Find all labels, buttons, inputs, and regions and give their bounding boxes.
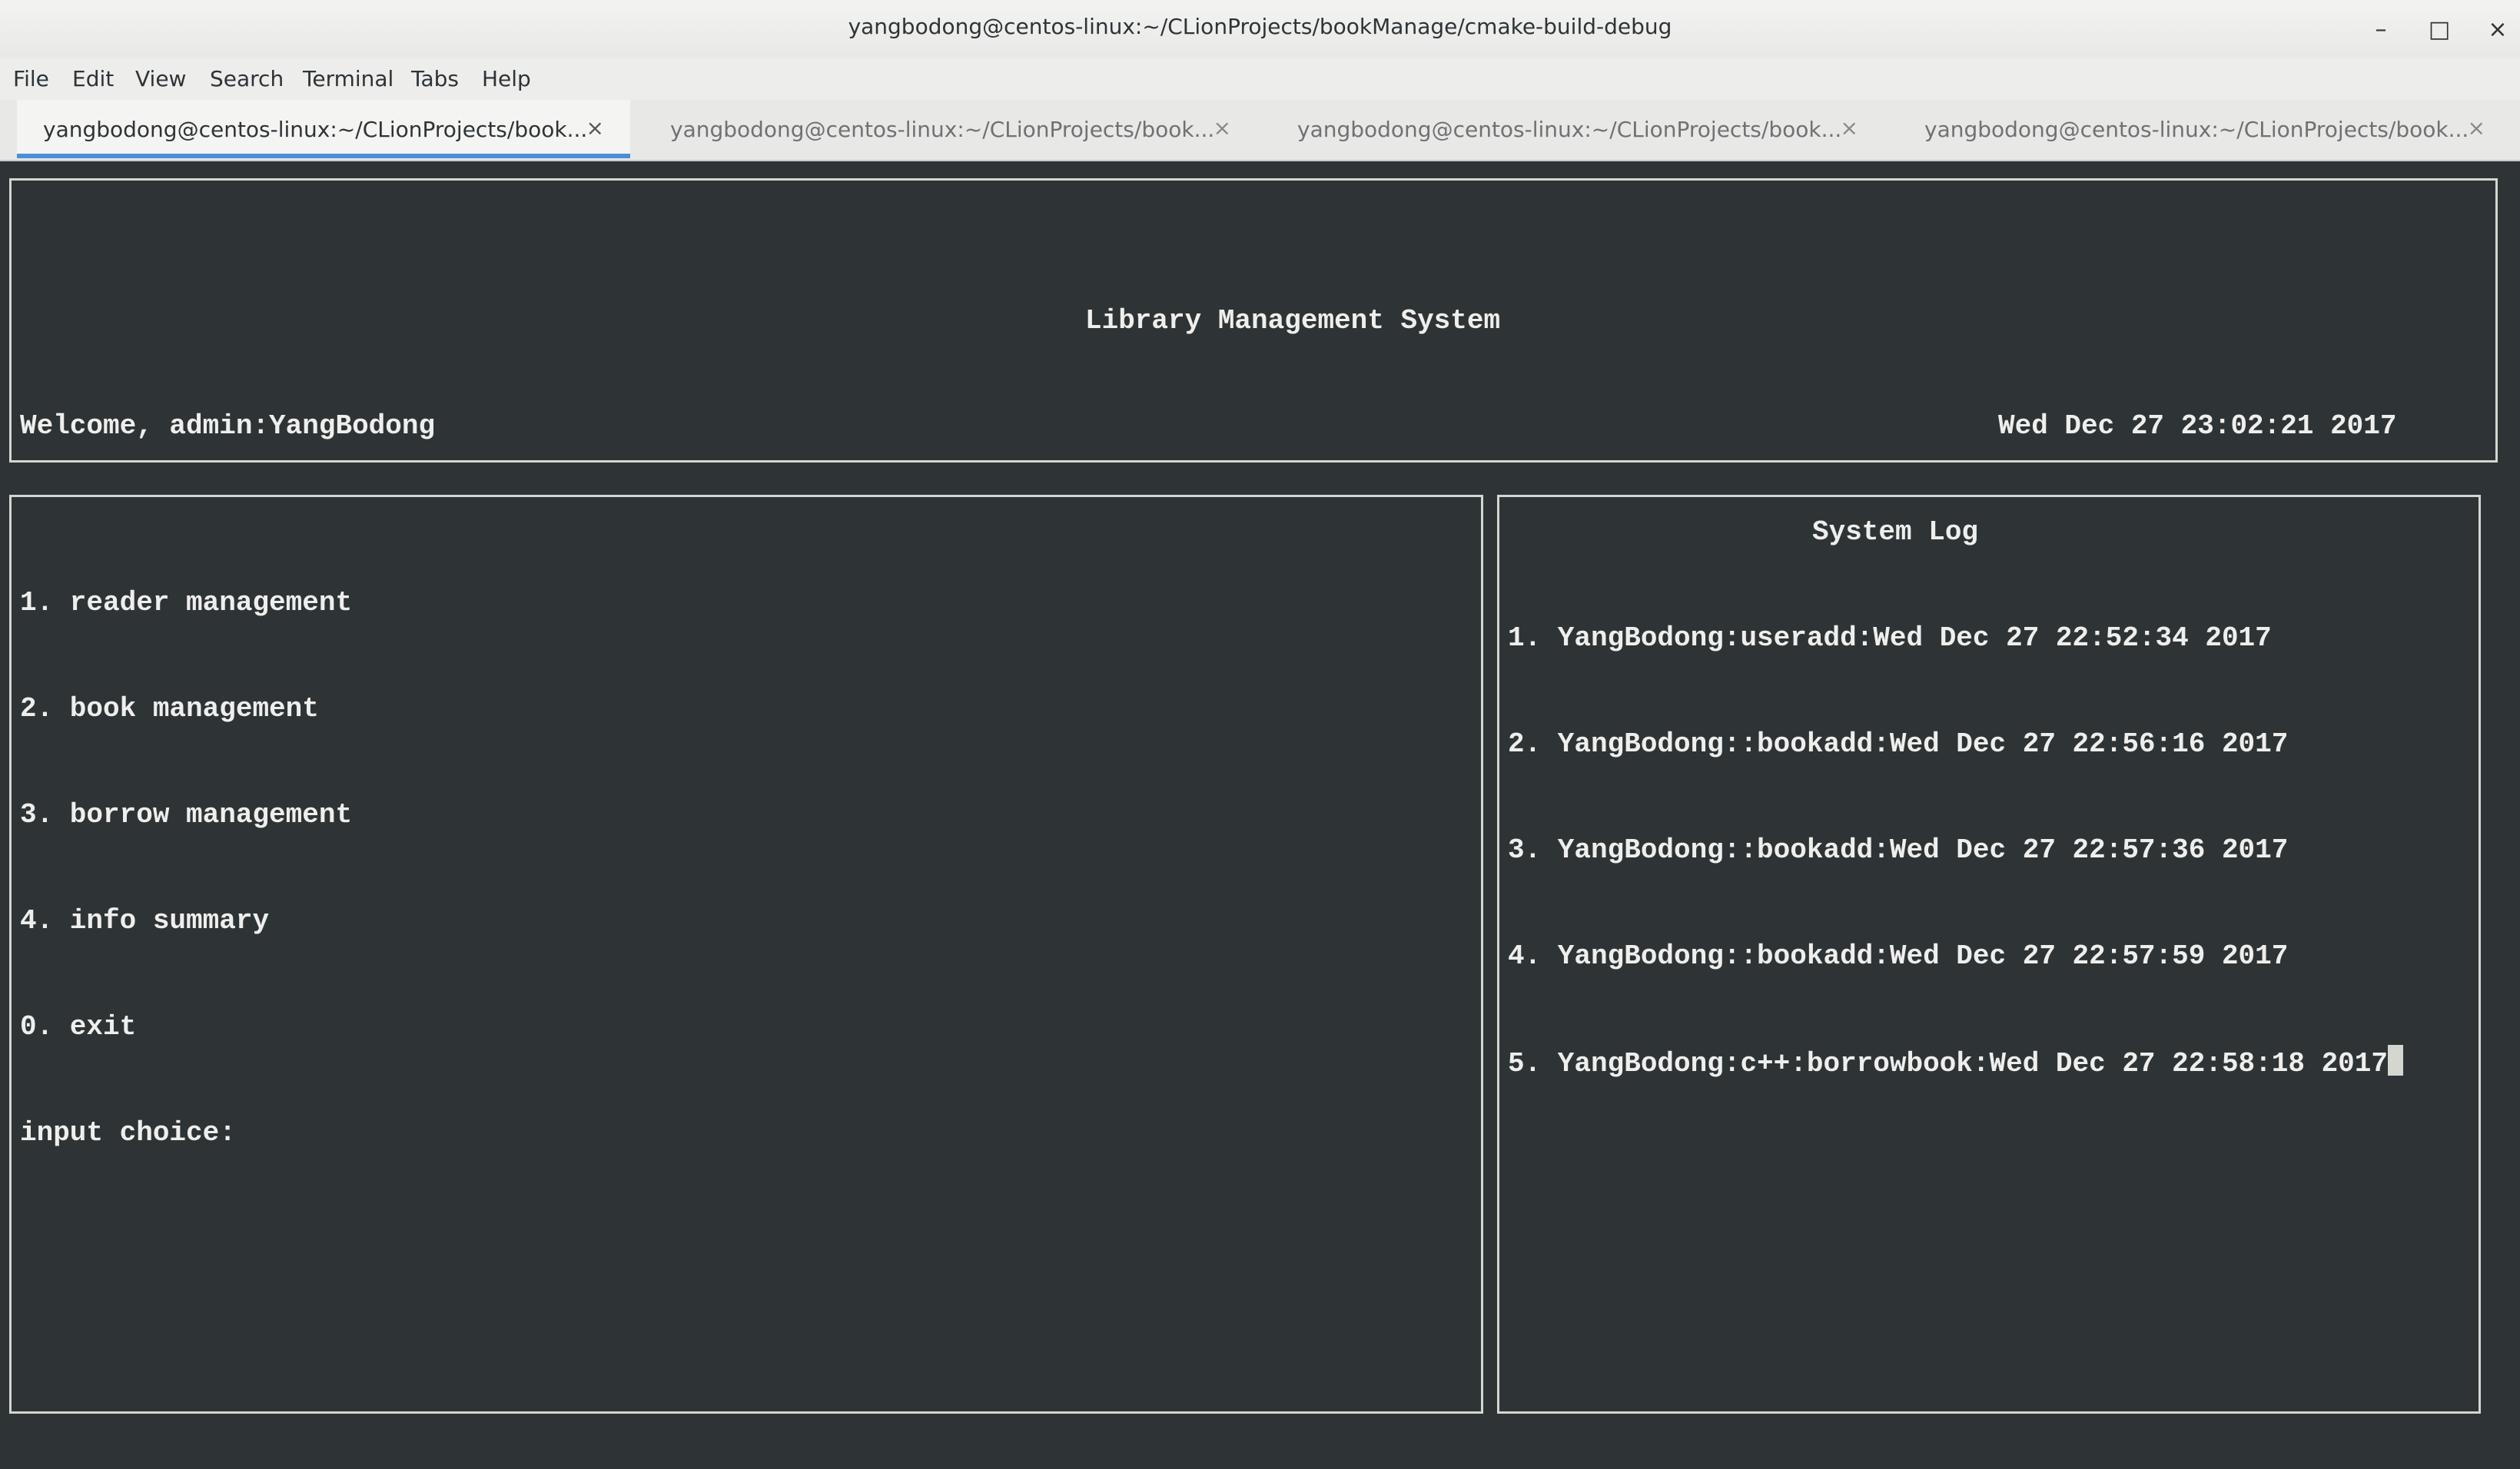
tab-close-icon[interactable]: × [1841, 115, 1858, 141]
log-entry: 2. YangBodong::bookadd:Wed Dec 27 22:56:… [1508, 728, 2289, 760]
menu-option-borrow: 3. borrow management [20, 799, 353, 831]
minimize-icon: – [2375, 15, 2387, 43]
menu-option-summary: 4. info summary [20, 905, 270, 937]
welcome-text: Welcome, admin:YangBodong [20, 410, 436, 442]
menu-terminal[interactable]: Terminal [303, 66, 393, 91]
text-cursor [2388, 1045, 2403, 1076]
log-list: 1. YangBodong:useradd:Wed Dec 27 22:52:3… [1508, 550, 2403, 1151]
main-menu: 1. reader management 2. book management … [20, 515, 352, 1222]
current-datetime: Wed Dec 27 23:02:21 2017 [1998, 410, 2397, 442]
menu-search[interactable]: Search [210, 66, 284, 91]
menu-edit[interactable]: Edit [72, 66, 114, 91]
menu-option-reader: 1. reader management [20, 587, 353, 618]
menu-bar: File Edit View Search Terminal Tabs Help [0, 58, 2520, 100]
menu-option-book: 2. book management [20, 693, 319, 725]
maximize-button[interactable]: □ [2418, 11, 2461, 48]
terminal-area[interactable]: Library Management System Welcome, admin… [0, 161, 2520, 1469]
log-entry: 5. YangBodong:c++:borrowbook:Wed Dec 27 … [1508, 1048, 2388, 1079]
tab-close-icon[interactable]: × [2468, 115, 2485, 141]
app-title: Library Management System [1085, 305, 1501, 337]
log-title: System Log [1812, 516, 1979, 548]
close-button[interactable]: × [2476, 11, 2519, 48]
window-title: yangbodong@centos-linux:~/CLionProjects/… [848, 14, 1672, 39]
tab-label: yangbodong@centos-linux:~/CLionProjects/… [1924, 117, 2469, 142]
tab-label: yangbodong@centos-linux:~/CLionProjects/… [1297, 117, 1842, 142]
terminal-window: yangbodong@centos-linux:~/CLionProjects/… [0, 0, 2520, 1469]
menu-view[interactable]: View [135, 66, 186, 91]
tab-4[interactable]: yangbodong@centos-linux:~/CLionProjects/… [1898, 100, 2512, 158]
tab-bar: yangbodong@centos-linux:~/CLionProjects/… [0, 100, 2520, 161]
menu-help[interactable]: Help [482, 66, 531, 91]
maximize-icon: □ [2428, 15, 2451, 43]
tab-label: yangbodong@centos-linux:~/CLionProjects/… [43, 117, 588, 142]
tab-1[interactable]: yangbodong@centos-linux:~/CLionProjects/… [17, 100, 630, 158]
menu-file[interactable]: File [13, 66, 49, 91]
close-icon: × [2488, 15, 2508, 43]
log-entry: 3. YangBodong::bookadd:Wed Dec 27 22:57:… [1508, 834, 2289, 866]
minimize-button[interactable]: – [2359, 11, 2402, 48]
tab-close-icon[interactable]: × [586, 115, 604, 141]
menu-option-exit: 0. exit [20, 1011, 137, 1043]
tab-3[interactable]: yangbodong@centos-linux:~/CLionProjects/… [1271, 100, 1884, 158]
tab-2[interactable]: yangbodong@centos-linux:~/CLionProjects/… [644, 100, 1257, 158]
input-prompt[interactable]: input choice: [20, 1116, 352, 1151]
title-bar[interactable]: yangbodong@centos-linux:~/CLionProjects/… [0, 0, 2520, 58]
tab-label: yangbodong@centos-linux:~/CLionProjects/… [670, 117, 1215, 142]
log-entry-last: 5. YangBodong:c++:borrowbook:Wed Dec 27 … [1508, 1045, 2403, 1080]
tab-close-icon[interactable]: × [1214, 115, 1231, 141]
menu-tabs[interactable]: Tabs [411, 66, 459, 91]
log-entry: 4. YangBodong::bookadd:Wed Dec 27 22:57:… [1508, 940, 2289, 972]
log-entry: 1. YangBodong:useradd:Wed Dec 27 22:52:3… [1508, 622, 2272, 654]
